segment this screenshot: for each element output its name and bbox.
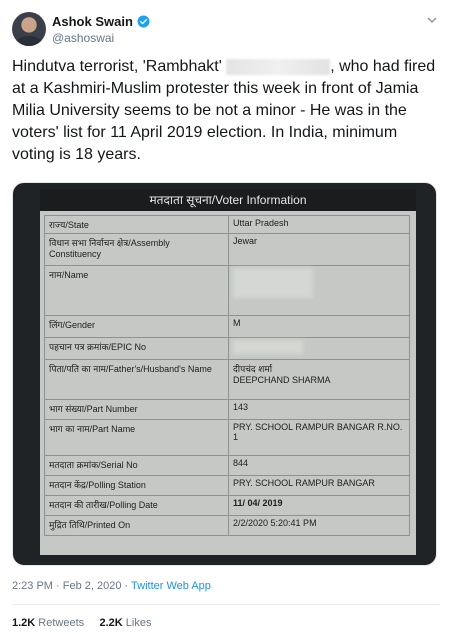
voter-row-assembly: विधान सभा निर्वाचन क्षेत्र/Assembly Cons… — [44, 233, 410, 266]
row-label: मतदाता क्रमांक/Serial No — [44, 455, 229, 476]
likes-label: Likes — [122, 617, 152, 629]
row-label: भाग संख्या/Part Number — [44, 399, 229, 420]
tweet-timestamp[interactable]: 2:23 PM · Feb 2, 2020 · — [12, 580, 131, 592]
voter-row-epic: पहचान पत्र क्रमांक/EPIC No — [44, 337, 410, 360]
voter-info-sheet: मतदाता सूचना/Voter Information राज्य/Sta… — [40, 189, 416, 555]
row-value: 11/ 04/ 2019 — [228, 495, 410, 516]
row-value: Jewar — [228, 233, 410, 266]
redacted-name — [226, 58, 331, 75]
likes-count: 2.2K — [99, 617, 123, 629]
retweets-count: 1.2K — [12, 617, 36, 629]
chevron-down-icon[interactable] — [426, 14, 438, 26]
row-label: भाग का नाम/Part Name — [44, 419, 229, 456]
verified-badge-icon — [137, 15, 150, 28]
tweet-source-link[interactable]: Twitter Web App — [131, 580, 211, 592]
row-label: मतदान की तारीख/Polling Date — [44, 495, 229, 516]
voter-row-part-name: भाग का नाम/Part Name PRY. SCHOOL RAMPUR … — [44, 419, 410, 456]
voter-row-serial: मतदाता क्रमांक/Serial No 844 — [44, 455, 410, 476]
tweet-stats: 1.2K Retweets 2.2K Likes — [12, 617, 151, 629]
voter-row-gender: लिंग/Gender M — [44, 315, 410, 338]
row-value — [228, 337, 410, 360]
row-value: M — [228, 315, 410, 338]
row-label: लिंग/Gender — [44, 315, 229, 338]
author-row: Ashok Swain — [52, 14, 150, 29]
divider — [12, 604, 440, 605]
row-value: 844 — [228, 455, 410, 476]
row-label: नाम/Name — [44, 265, 229, 316]
row-value: 143 — [228, 399, 410, 420]
row-value: Uttar Pradesh — [228, 215, 410, 234]
voter-info-header: मतदाता सूचना/Voter Information — [40, 189, 416, 211]
redacted-value — [233, 268, 313, 298]
row-label: पहचान पत्र क्रमांक/EPIC No — [44, 337, 229, 360]
likes-link[interactable]: 2.2K Likes — [99, 617, 151, 629]
row-value: PRY. SCHOOL RAMPUR BANGAR — [228, 475, 410, 496]
author-handle[interactable]: @ashoswai — [52, 31, 114, 45]
redacted-value — [233, 340, 303, 354]
voter-row-name: नाम/Name — [44, 265, 410, 316]
row-label: विधान सभा निर्वाचन क्षेत्र/Assembly Cons… — [44, 233, 229, 266]
voter-info-table: राज्य/State Uttar Pradesh विधान सभा निर्… — [44, 215, 410, 536]
row-value: PRY. SCHOOL RAMPUR BANGAR R.NO. 1 — [228, 419, 410, 456]
voter-row-polling-date: मतदान की तारीख/Polling Date 11/ 04/ 2019 — [44, 495, 410, 516]
voter-row-printed-on: मुद्रित तिथि/Printed On 2/2/2020 5:20:41… — [44, 515, 410, 536]
tweet-text: Hindutva terrorist, 'Rambhakt' , who had… — [12, 56, 444, 166]
avatar[interactable] — [12, 12, 46, 46]
tweet-meta: 2:23 PM · Feb 2, 2020 · Twitter Web App — [12, 580, 211, 592]
voter-row-state: राज्य/State Uttar Pradesh — [44, 215, 410, 234]
voter-row-father: पिता/पति का नाम/Father's/Husband's Name … — [44, 359, 410, 400]
tweet-photo[interactable]: मतदाता सूचना/Voter Information राज्य/Sta… — [12, 182, 437, 566]
row-label: पिता/पति का नाम/Father's/Husband's Name — [44, 359, 229, 400]
voter-row-polling-station: मतदान केंद्र/Polling Station PRY. SCHOOL… — [44, 475, 410, 496]
voter-row-part-number: भाग संख्या/Part Number 143 — [44, 399, 410, 420]
row-value: दीपचंद शर्मा DEEPCHAND SHARMA — [228, 359, 410, 400]
author-name[interactable]: Ashok Swain — [52, 14, 133, 29]
retweets-label: Retweets — [35, 617, 85, 629]
row-value — [228, 265, 410, 316]
row-label: मतदान केंद्र/Polling Station — [44, 475, 229, 496]
row-value: 2/2/2020 5:20:41 PM — [228, 515, 410, 536]
row-label: राज्य/State — [44, 215, 229, 234]
row-label: मुद्रित तिथि/Printed On — [44, 515, 229, 536]
retweets-link[interactable]: 1.2K Retweets — [12, 617, 84, 629]
tweet-text-part-1: Hindutva terrorist, 'Rambhakt' — [12, 58, 222, 75]
